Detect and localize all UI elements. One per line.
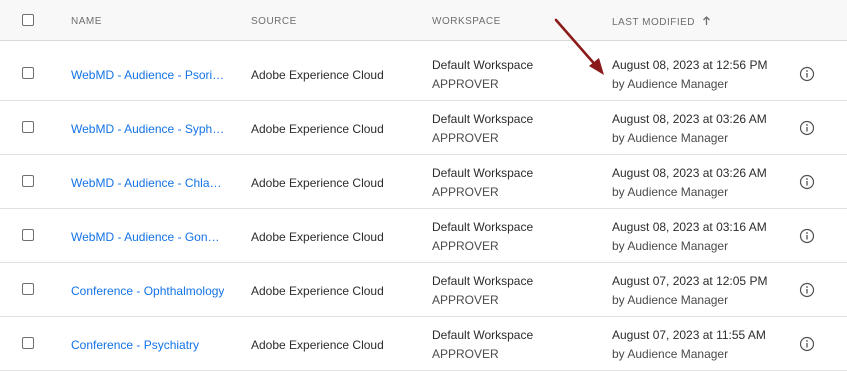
item-last-modified-by: by Audience Manager xyxy=(612,347,729,361)
item-last-modified-date: August 08, 2023 at 03:16 AM xyxy=(612,220,767,234)
column-header-source[interactable]: SOURCE xyxy=(251,16,297,27)
info-icon[interactable] xyxy=(799,120,815,136)
item-workspace-role: APPROVER xyxy=(432,185,499,199)
row-checkbox[interactable] xyxy=(22,229,34,241)
item-last-modified-by: by Audience Manager xyxy=(612,293,729,307)
item-workspace-role: APPROVER xyxy=(432,293,499,307)
item-last-modified-date: August 07, 2023 at 12:05 PM xyxy=(612,274,768,288)
column-header-name[interactable]: NAME xyxy=(71,16,102,27)
item-last-modified-by: by Audience Manager xyxy=(612,77,729,91)
item-last-modified-date: August 08, 2023 at 03:26 AM xyxy=(612,112,767,126)
item-last-modified-date: August 07, 2023 at 11:55 AM xyxy=(612,328,766,342)
column-header-workspace[interactable]: WORKSPACE xyxy=(432,16,501,27)
item-last-modified-by: by Audience Manager xyxy=(612,131,729,145)
item-last-modified-date: August 08, 2023 at 12:56 PM xyxy=(612,58,768,72)
table-row[interactable]: WebMD - Audience - Psoria… Adobe Experie… xyxy=(0,47,847,101)
item-workspace: Default Workspace xyxy=(432,58,534,72)
table-row[interactable]: Conference - Ophthalmology Adobe Experie… xyxy=(0,263,847,317)
info-icon[interactable] xyxy=(799,228,815,244)
info-icon[interactable] xyxy=(799,174,815,190)
item-name-link[interactable]: WebMD - Audience - Syphilis xyxy=(71,122,226,136)
table-row[interactable]: WebMD - Audience - Syphilis Adobe Experi… xyxy=(0,101,847,155)
row-checkbox[interactable] xyxy=(22,337,34,349)
item-name-link[interactable]: Conference - Psychiatry xyxy=(71,338,199,352)
item-source: Adobe Experience Cloud xyxy=(251,338,384,352)
arrow-up-icon[interactable] xyxy=(702,16,711,26)
column-header-last-modified[interactable]: LAST MODIFIED xyxy=(612,16,711,28)
table-row[interactable]: WebMD - Audience - Gonor… Adobe Experien… xyxy=(0,209,847,263)
item-workspace-role: APPROVER xyxy=(432,131,499,145)
item-workspace: Default Workspace xyxy=(432,274,534,288)
item-last-modified-by: by Audience Manager xyxy=(612,185,729,199)
row-checkbox[interactable] xyxy=(22,67,34,79)
info-icon[interactable] xyxy=(799,66,815,82)
info-icon[interactable] xyxy=(799,282,815,298)
item-name-link[interactable]: WebMD - Audience - Psoria… xyxy=(71,68,226,82)
item-workspace: Default Workspace xyxy=(432,112,534,126)
table-row[interactable]: Conference - Psychiatry Adobe Experience… xyxy=(0,317,847,371)
item-name-link[interactable]: Conference - Ophthalmology xyxy=(71,284,224,298)
item-source: Adobe Experience Cloud xyxy=(251,176,384,190)
item-workspace: Default Workspace xyxy=(432,220,534,234)
item-workspace-role: APPROVER xyxy=(432,239,499,253)
item-source: Adobe Experience Cloud xyxy=(251,68,384,82)
item-source: Adobe Experience Cloud xyxy=(251,284,384,298)
column-header-last-modified-label: LAST MODIFIED xyxy=(612,17,695,28)
item-source: Adobe Experience Cloud xyxy=(251,230,384,244)
item-workspace-role: APPROVER xyxy=(432,77,499,91)
item-name-link[interactable]: WebMD - Audience - Gonor… xyxy=(71,230,226,244)
item-last-modified-by: by Audience Manager xyxy=(612,239,729,253)
row-checkbox[interactable] xyxy=(22,175,34,187)
table-row[interactable]: WebMD - Audience - Chla… Adobe Experienc… xyxy=(0,155,847,209)
table-header: NAME SOURCE WORKSPACE LAST MODIFIED xyxy=(0,0,847,41)
item-workspace: Default Workspace xyxy=(432,166,534,180)
item-last-modified-date: August 08, 2023 at 03:26 AM xyxy=(612,166,767,180)
item-source: Adobe Experience Cloud xyxy=(251,122,384,136)
item-workspace-role: APPROVER xyxy=(432,347,499,361)
info-icon[interactable] xyxy=(799,336,815,352)
row-checkbox[interactable] xyxy=(22,283,34,295)
item-workspace: Default Workspace xyxy=(432,328,534,342)
select-all-checkbox[interactable] xyxy=(22,14,34,26)
item-name-link[interactable]: WebMD - Audience - Chla… xyxy=(71,176,222,190)
row-checkbox[interactable] xyxy=(22,121,34,133)
